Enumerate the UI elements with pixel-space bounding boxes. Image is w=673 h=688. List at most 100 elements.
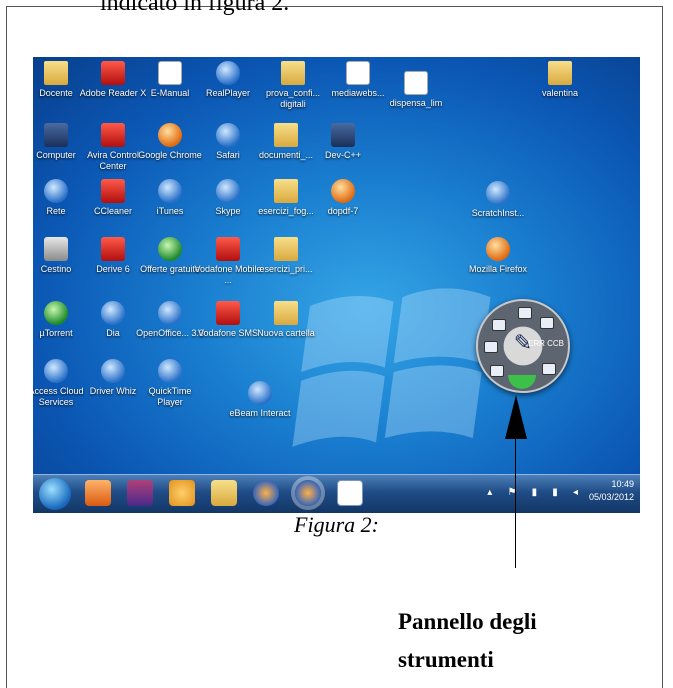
ebeam-icon xyxy=(248,381,272,405)
panel-button-icon[interactable] xyxy=(542,363,556,375)
taskbar: ▴ ⚑ ▮ ▮ ◂ 10:49 05/03/2012 xyxy=(33,474,640,513)
desktop-icon-label: CCleaner xyxy=(93,206,133,216)
arrow-line xyxy=(515,430,516,568)
desktop-icon-label: Driver Whiz xyxy=(89,386,137,396)
desktop-icon-19[interactable]: dopdf-7 xyxy=(308,179,378,217)
panel-button-icon[interactable] xyxy=(518,307,532,319)
firefox-icon[interactable] xyxy=(253,480,279,506)
desktop-icon-20[interactable]: ScratchInst... xyxy=(463,181,533,219)
start-orb-icon[interactable] xyxy=(39,478,71,510)
ebeam-tool-panel[interactable]: ✎ ERR CCB xyxy=(476,299,570,393)
figure-caption: Figura 2: xyxy=(294,512,379,537)
panel-button-icon[interactable] xyxy=(492,319,506,331)
folder-user-icon xyxy=(44,61,68,85)
document-icon xyxy=(158,61,182,85)
network-icon xyxy=(44,179,68,203)
label-line-1: Pannello degli xyxy=(398,609,537,634)
desktop-icon-25[interactable]: esercizi_pri... xyxy=(251,237,321,275)
clock-date: 05/03/2012 xyxy=(588,492,634,502)
desktop-icon-label: valentina xyxy=(541,88,579,98)
scratch-cat-icon[interactable] xyxy=(169,480,195,506)
quicktime-icon xyxy=(158,359,182,383)
desktop-icon-35[interactable]: eBeam Interact xyxy=(225,381,295,419)
desktop-icon-26[interactable]: Mozilla Firefox xyxy=(463,237,533,275)
folder-icon xyxy=(281,61,305,85)
folder-icon xyxy=(274,123,298,147)
desktop-icon-label: Nuova cartella xyxy=(257,328,315,338)
adobe-reader-icon xyxy=(101,61,125,85)
desktop-icon-label: Safari xyxy=(216,150,240,160)
desktop-icon-label: Avira Control Center xyxy=(87,150,139,171)
pdf-document-icon[interactable] xyxy=(337,480,363,506)
desktop-icon-label: Offerte gratuite xyxy=(140,264,200,274)
desktop-icon-4[interactable]: prova_confi... digitali xyxy=(258,61,328,110)
panel-label: ERR CCB xyxy=(527,339,564,348)
winrar-icon[interactable] xyxy=(127,480,153,506)
panel-button-icon[interactable] xyxy=(484,341,498,353)
desktop-icon-label: Docente xyxy=(39,88,73,98)
mouse-mode-icon[interactable] xyxy=(508,375,536,389)
vodafone-icon xyxy=(216,237,240,261)
cloud-icon xyxy=(44,359,68,383)
firefox-active-icon[interactable] xyxy=(295,480,321,506)
label-line-2: strumenti xyxy=(398,647,494,672)
ccleaner-icon xyxy=(101,179,125,203)
desktop-icon-label: dopdf-7 xyxy=(327,206,359,216)
folder-icon xyxy=(274,301,298,325)
folder-icon xyxy=(548,61,572,85)
computer-icon xyxy=(44,123,68,147)
media-player-icon[interactable] xyxy=(85,480,111,506)
desktop-icon-label: Dev-C++ xyxy=(324,150,361,160)
desktop-icon-label: QuickTime Player xyxy=(148,386,192,407)
openoffice-icon xyxy=(158,301,182,325)
desktop-icon-7[interactable]: valentina xyxy=(525,61,595,99)
desktop-icon-3[interactable]: RealPlayer xyxy=(193,61,263,99)
recycle-bin-icon xyxy=(44,237,68,261)
desktop-icon-label: iTunes xyxy=(156,206,184,216)
desktop-icon-13[interactable]: Dev-C++ xyxy=(308,123,378,161)
folder-icon xyxy=(274,237,298,261)
desktop-icon-label: esercizi_pri... xyxy=(259,264,313,274)
desktop-icon-label: Derive 6 xyxy=(96,264,130,274)
tray-icons[interactable]: ▴ ⚑ ▮ ▮ ◂ xyxy=(487,487,584,498)
desktop-icon-label: prova_confi... digitali xyxy=(265,88,321,109)
desktop-icon-label: Computer xyxy=(36,150,76,160)
realplayer-icon xyxy=(216,61,240,85)
desktop-icon-label: Dia xyxy=(106,328,120,338)
vodafone-sms-icon xyxy=(216,301,240,325)
dopdf-icon xyxy=(331,179,355,203)
panel-button-icon[interactable] xyxy=(540,317,554,329)
folder-icon xyxy=(274,179,298,203)
windows-logo xyxy=(292,288,491,447)
desktop-icon-label: µTorrent xyxy=(39,328,73,338)
skype-icon xyxy=(216,179,240,203)
file-explorer-icon[interactable] xyxy=(211,480,237,506)
desktop-icon-label: eBeam Interact xyxy=(229,408,291,418)
firefox-icon xyxy=(486,237,510,261)
utorrent-icon xyxy=(44,301,68,325)
clock[interactable]: 10:49 05/03/2012 xyxy=(589,478,634,504)
panel-button-icon[interactable] xyxy=(490,365,504,377)
desktop-icon-31[interactable]: Nuova cartella xyxy=(251,301,321,339)
itunes-icon xyxy=(158,179,182,203)
desktop-icon-label: ScratchInst... xyxy=(471,208,525,218)
desktop-icon-label: Cestino xyxy=(40,264,72,274)
desktop-icon-label: documenti_... xyxy=(258,150,314,160)
top-text: indicato in figura 2. xyxy=(100,0,290,16)
clock-time: 10:49 xyxy=(611,479,634,489)
derive-icon xyxy=(101,237,125,261)
desktop-icon-label: E-Manual xyxy=(150,88,190,98)
driver-whiz-icon xyxy=(101,359,125,383)
desktop-icon-label: mediawebs... xyxy=(331,88,385,98)
chrome-icon xyxy=(158,123,182,147)
desktop-icon-label: Skype xyxy=(215,206,241,216)
desktop-icon-34[interactable]: QuickTime Player xyxy=(135,359,205,408)
scratch-icon xyxy=(486,181,510,205)
avira-icon xyxy=(101,123,125,147)
devcpp-icon xyxy=(331,123,355,147)
desktop-icon-6[interactable]: dispensa_lim xyxy=(381,71,451,109)
desktop-icon-label: Vodafone SMS xyxy=(197,328,259,338)
tool-panel-label: Pannello degli strumenti xyxy=(398,603,537,679)
dia-icon xyxy=(101,301,125,325)
desktop-icon-label: Rete xyxy=(46,206,66,216)
